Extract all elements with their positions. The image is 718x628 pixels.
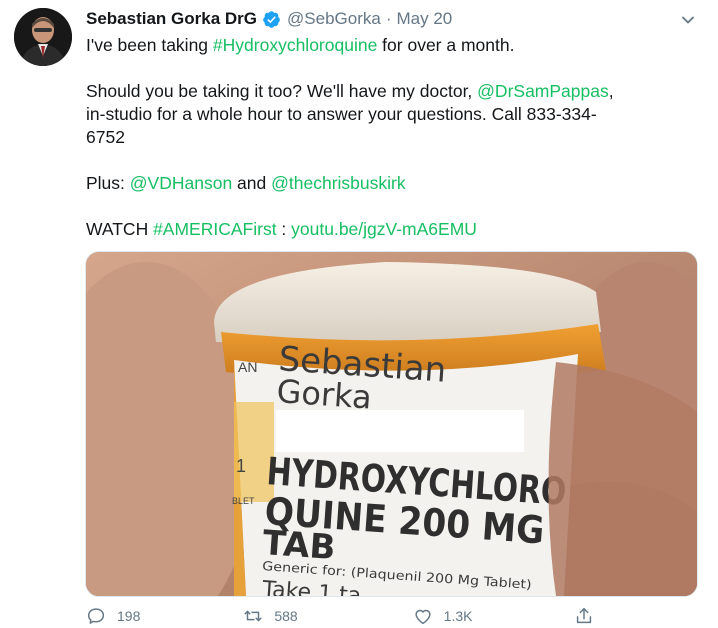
reply-button[interactable]: 198 <box>85 605 242 627</box>
redaction-bar <box>276 410 524 452</box>
text-line: 6752 <box>86 127 125 147</box>
mention-thechrisbuskirk[interactable]: @thechrisbuskirk <box>271 173 405 193</box>
like-icon <box>415 609 431 625</box>
text-segment: : <box>276 219 292 239</box>
tweet-date[interactable]: May 20 <box>397 9 453 29</box>
text-line: Plus: @VDHanson and @thechrisbuskirk <box>86 172 686 195</box>
hashtag-americafirst[interactable]: #AMERICAFirst <box>153 219 276 239</box>
label-side-mark-2: 1 <box>236 456 246 476</box>
reply-icon <box>87 608 105 624</box>
share-button[interactable] <box>573 605 605 627</box>
video-link[interactable]: youtu.be/jgzV-mA6EMU <box>291 219 477 239</box>
retweet-icon <box>244 610 262 622</box>
tweet-header: Sebastian Gorka DrG @SebGorka · May 20 <box>86 8 452 30</box>
text-line: Should you be taking it too? We'll have … <box>86 80 686 103</box>
tweet-actions: 198 588 1.3K <box>85 604 605 628</box>
reply-count: 198 <box>117 608 141 624</box>
text-segment: for over a month. <box>377 35 515 55</box>
text-line: WATCH #AMERICAFirst : youtu.be/jgzV-mA6E… <box>86 218 686 241</box>
like-count: 1.3K <box>443 608 473 624</box>
label-side-mark-3: BLET <box>232 496 255 506</box>
author-avatar[interactable] <box>14 8 72 66</box>
pill-bottle-photo: AN 1 BLET Sebastian Gorka HYDROXYCHLORO … <box>86 252 697 596</box>
text-segment: and <box>232 173 272 193</box>
text-segment: Should you be taking it too? We'll have … <box>86 81 478 101</box>
retweet-button[interactable]: 588 <box>242 605 411 627</box>
chevron-down-icon[interactable] <box>680 12 696 28</box>
label-side-mark-1: AN <box>238 359 257 375</box>
tweet-text: I've been taking #Hydroxychloroquine for… <box>86 34 686 241</box>
hashtag-hydroxychloroquine[interactable]: #Hydroxychloroquine <box>213 35 377 55</box>
text-segment: , <box>608 81 614 101</box>
text-line: I've been taking #Hydroxychloroquine for… <box>86 34 686 57</box>
avatar-image <box>14 8 72 66</box>
label-patient-last-name: Gorka <box>275 372 373 417</box>
header-separator: · <box>385 9 392 28</box>
text-line: in-studio for a whole hour to answer you… <box>86 104 597 124</box>
tweet-media-image[interactable]: AN 1 BLET Sebastian Gorka HYDROXYCHLORO … <box>85 251 698 597</box>
mention-vdhanson[interactable]: @VDHanson <box>130 173 232 193</box>
author-name[interactable]: Sebastian Gorka DrG <box>86 9 257 29</box>
text-segment: WATCH <box>86 219 154 239</box>
mention-drsampappas[interactable]: @DrSamPappas <box>477 81 609 101</box>
text-segment: I've been taking <box>86 35 213 55</box>
share-icon <box>576 607 592 624</box>
like-button[interactable]: 1.3K <box>412 605 573 627</box>
text-segment: Plus: <box>86 173 130 193</box>
verified-badge-icon <box>263 10 280 28</box>
author-handle[interactable]: @SebGorka <box>287 9 381 29</box>
retweet-count: 588 <box>274 608 298 624</box>
